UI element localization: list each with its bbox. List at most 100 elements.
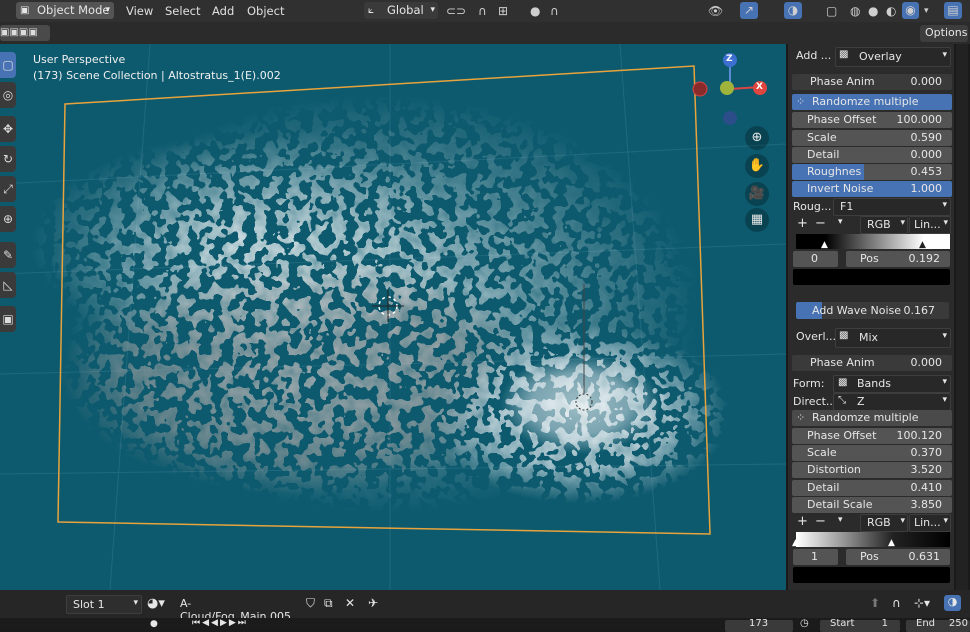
fake-user-icon[interactable]: ⛉	[306, 596, 315, 611]
proportional-edit-icon[interactable]: ●	[530, 3, 540, 19]
ramp-pos-field-2[interactable]: Pos 0.631	[846, 549, 950, 565]
param-field[interactable]: Phase Offset 100.000	[792, 112, 952, 128]
clock-icon[interactable]: ◷	[800, 618, 809, 629]
add-stop-icon[interactable]: +	[797, 514, 808, 529]
phase-anim-field-1[interactable]: Phase Anim 0.000	[792, 74, 952, 90]
randomize-toggle-1[interactable]: ⁘ Randomze multiple objects	[792, 94, 952, 124]
current-frame-field[interactable]: 173	[725, 618, 793, 632]
3d-viewport[interactable]: Z X User Perspective (173) Scene Collect…	[0, 44, 786, 590]
ramp-stop-marker[interactable]: ▲	[821, 240, 828, 250]
menu-add[interactable]: Add	[212, 4, 234, 18]
duplicate-icon[interactable]: ⧉	[324, 596, 333, 611]
wave-noise-field[interactable]: Add Wave Noise 0.167	[796, 302, 949, 319]
cursor-tool[interactable]: ◎	[0, 82, 16, 108]
roughness-type-select[interactable]: F1 ▾	[833, 198, 951, 216]
zoom-icon[interactable]: ⊕	[745, 126, 769, 150]
chevron-down-icon[interactable]: ▾	[838, 217, 843, 227]
direction-select[interactable]: ⤡ Z ▾	[833, 393, 951, 411]
param-field[interactable]: Distortion 3.520	[792, 462, 952, 478]
falloff-icon[interactable]: ∩	[550, 3, 559, 19]
phase-anim-field-2[interactable]: Phase Anim 0.000	[792, 355, 952, 371]
overlay-toggle-icon[interactable]: ◑	[784, 2, 802, 19]
field-value: 0.000	[910, 75, 943, 88]
chevron-down-icon[interactable]: ▾	[838, 515, 843, 525]
sidebar-toggle-icon[interactable]: ▤	[944, 2, 962, 19]
mode-select[interactable]: ▣ Object Mode ▾	[16, 2, 114, 19]
ramp-stop-marker[interactable]: ▲	[919, 240, 926, 250]
form-select[interactable]: ▩ Bands ▾	[833, 375, 951, 393]
param-field[interactable]: Detail 0.410	[792, 480, 952, 496]
param-field[interactable]: Detail 0.000	[792, 147, 952, 163]
visibility-icon[interactable]: 👁	[708, 3, 723, 19]
param-field-invert[interactable]: Invert Noise 1.000	[792, 181, 952, 197]
ramp-index-value: 0	[811, 252, 818, 265]
pin-icon[interactable]: ✈	[368, 596, 378, 610]
param-field[interactable]: Scale 0.370	[792, 445, 952, 461]
menu-object[interactable]: Object	[247, 4, 284, 18]
xray-icon[interactable]: ▢	[826, 3, 837, 19]
camera-icon[interactable]: 🎥	[745, 182, 769, 206]
overlay-toggle-icon[interactable]: ◑	[944, 595, 961, 611]
snap-target-icon[interactable]: ⊞	[498, 3, 508, 19]
ramp-interp-1[interactable]: Lin... ▾	[909, 216, 951, 234]
close-icon[interactable]: ✕	[345, 596, 355, 610]
parent-node-icon[interactable]: ⬆	[870, 596, 880, 610]
ramp-color-swatch-1[interactable]	[793, 269, 950, 285]
ramp-pos-field-1[interactable]: Pos 0.192	[846, 251, 950, 267]
record-icon[interactable]: ●	[150, 619, 158, 629]
gizmo-toggle-icon[interactable]: ↗	[740, 2, 758, 19]
snap-target-icon[interactable]: ⊹▾	[914, 596, 930, 610]
menu-select[interactable]: Select	[165, 4, 200, 18]
annotate-tool[interactable]: ✎	[0, 242, 16, 268]
select-box-tool[interactable]: ▢	[0, 52, 16, 78]
transform-orientation-select[interactable]: ⟀ Global ▾	[364, 2, 438, 19]
ramp-stop-marker[interactable]: ▲	[888, 538, 895, 548]
color-ramp-1[interactable]	[796, 234, 950, 249]
move-tool[interactable]: ✥	[0, 116, 16, 142]
pivot-icon[interactable]: ⊂⊃	[446, 3, 466, 19]
measure-tool[interactable]: ◺	[0, 272, 16, 298]
ramp-color-mode-1[interactable]: RGB ▾	[860, 216, 908, 234]
param-field-roughness[interactable]: Roughnes 0.453	[792, 164, 952, 180]
param-field[interactable]: Phase Offset 100.120	[792, 428, 952, 444]
ramp-stop-marker[interactable]: ▲	[792, 538, 799, 548]
viewport-scene	[0, 44, 786, 590]
shading-options-icon[interactable]: ▾	[924, 3, 929, 19]
ramp-color-swatch-2[interactable]	[793, 567, 950, 583]
add-cube-tool[interactable]: ▣	[0, 306, 16, 332]
ramp-color-mode-2[interactable]: RGB ▾	[860, 514, 908, 532]
menu-view[interactable]: View	[126, 4, 153, 18]
material-name-field[interactable]: A-Cloud/Fog_Main.005	[176, 595, 300, 623]
blend-mode-select-1[interactable]: ▩ Overlay ▾	[835, 47, 951, 67]
remove-stop-icon[interactable]: −	[815, 514, 826, 529]
snap-icon[interactable]: ∩	[478, 3, 487, 19]
snap-icon[interactable]: ∩	[892, 596, 901, 610]
transform-tool[interactable]: ⊕	[0, 206, 16, 232]
end-frame-field[interactable]: End 250	[906, 618, 970, 632]
start-frame-field[interactable]: Start 1	[820, 618, 900, 632]
material-icon[interactable]: ◕▾	[147, 596, 165, 611]
slot-select[interactable]: Slot 1 ▾	[66, 595, 142, 614]
rendered-shading-icon[interactable]: ◉	[902, 2, 919, 19]
blend-mode-select-2[interactable]: ▩ Mix ▾	[835, 328, 951, 348]
material-shading-icon[interactable]: ◐	[886, 3, 896, 19]
solid-shading-icon[interactable]: ●	[868, 3, 878, 19]
pan-hand-icon[interactable]: ✋	[745, 154, 769, 178]
rotate-tool[interactable]: ↻	[0, 146, 16, 172]
param-field[interactable]: Scale 0.590	[792, 130, 952, 146]
color-ramp-2[interactable]	[796, 532, 950, 547]
ortho-grid-icon[interactable]: ▦	[745, 208, 769, 232]
panel-scrollbar[interactable]	[956, 44, 968, 590]
wireframe-shading-icon[interactable]: ◍	[850, 3, 860, 19]
scale-tool[interactable]: ⤢	[0, 176, 16, 202]
remove-stop-icon[interactable]: −	[815, 216, 826, 231]
selection-mode-buttons[interactable]: ▣▣▣▣	[0, 25, 50, 41]
randomize-toggle-2[interactable]: ⁘ Randomze multiple objects	[792, 410, 952, 440]
ramp-index-field-1[interactable]: 0	[793, 251, 838, 267]
add-stop-icon[interactable]: +	[797, 216, 808, 231]
ramp-interp-2[interactable]: Lin... ▾	[909, 514, 951, 532]
ramp-index-field-2[interactable]: 1	[793, 549, 838, 565]
options-button[interactable]: Options	[920, 25, 968, 42]
param-field[interactable]: Detail Scale 3.850	[792, 497, 952, 513]
playback-controls[interactable]: ⏮◀◀▶▶⏭	[192, 618, 248, 628]
